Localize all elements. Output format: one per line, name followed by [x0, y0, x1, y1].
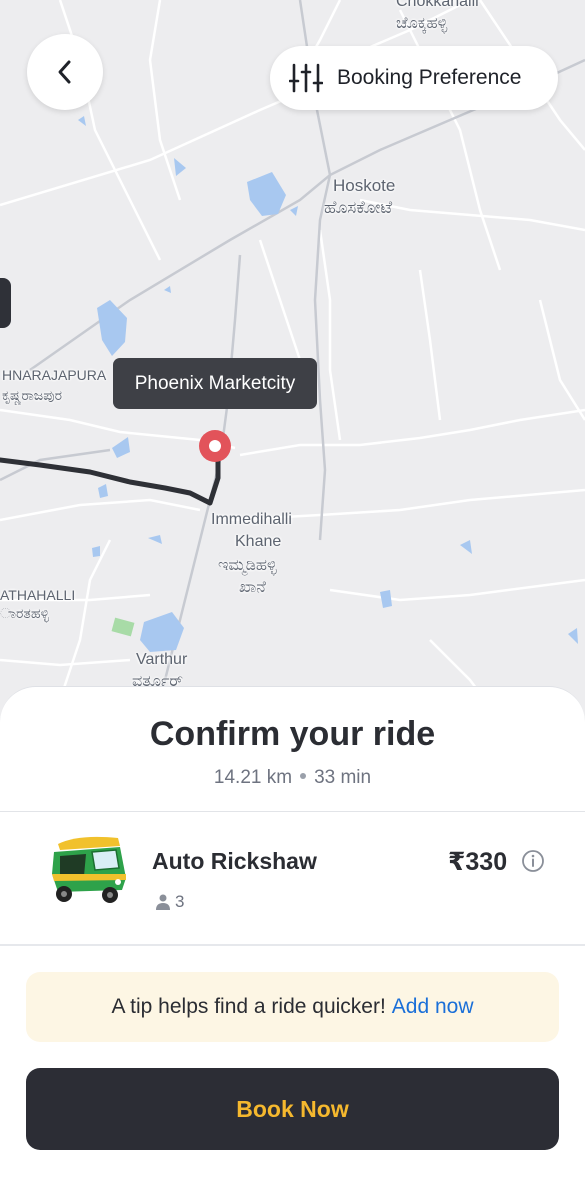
- book-now-label: Book Now: [236, 1095, 349, 1122]
- ride-name: Auto Rickshaw: [152, 848, 317, 874]
- trip-duration: 33 min: [314, 767, 372, 788]
- booking-preference-label: Booking Preference: [337, 66, 522, 89]
- trip-summary: 14.21 km 33 min: [0, 767, 585, 789]
- destination-pin-icon: [199, 430, 231, 462]
- seat-count: 3: [175, 892, 185, 911]
- map-label-varthur: Varthur: [136, 651, 188, 668]
- map-label-krishnarajapura-kn: ಕೃಷ್ಣರಾಜಪುರ: [2, 387, 62, 403]
- map-label-khane-kn: ಖಾನೆ: [239, 579, 266, 596]
- info-icon[interactable]: [521, 849, 545, 873]
- ride-confirm-sheet: Confirm your ride 14.21 km 33 min Auto Ri…: [0, 686, 585, 947]
- map-label-krishnarajapura: HNARAJAPURA: [2, 367, 107, 383]
- map-label-hoskote: Hoskote: [333, 176, 396, 195]
- trip-distance: 14.21 km: [213, 767, 293, 788]
- map-label-chokkahalli-kn: ಚೊಕ್ಕಹಳ್ಳಿ: [396, 15, 448, 32]
- destination-tooltip: Phoenix Marketcity: [113, 358, 317, 409]
- chevron-left-icon: [58, 60, 71, 84]
- person-icon: [156, 894, 170, 910]
- route-line: [0, 452, 221, 506]
- back-button[interactable]: [27, 34, 103, 110]
- separator-dot: [300, 773, 307, 779]
- side-drawer-handle[interactable]: [0, 278, 11, 328]
- book-now-button[interactable]: Book Now: [26, 1068, 559, 1150]
- map-label-marathahalli-kn: ಾರತಹಳ್ಳಿ: [0, 605, 50, 621]
- map-label-chokkahalli: Chokkahalli: [396, 0, 479, 10]
- sheet-bottom-border: [0, 944, 585, 946]
- map-label-hoskote-kn: ಹೊಸಕೋಟೆ: [324, 198, 393, 217]
- map-label-marathahalli: ATHAHALLI: [0, 587, 76, 603]
- auto-rickshaw-icon: [52, 836, 126, 903]
- booking-preference-button[interactable]: Booking Preference: [270, 46, 558, 110]
- map-label-khane: Khane: [235, 533, 282, 550]
- add-tip-link[interactable]: Add now: [392, 995, 474, 1019]
- ride-price: ₹330: [448, 848, 508, 876]
- ride-option-auto-rickshaw[interactable]: Auto Rickshaw 3 ₹330: [0, 812, 585, 942]
- tip-banner: A tip helps find a ride quicker! Add now: [26, 972, 559, 1042]
- sheet-title: Confirm your ride: [149, 715, 436, 753]
- sliders-icon: [289, 63, 323, 93]
- map-label-immedihalli: Immedihalli: [211, 511, 292, 528]
- seat-capacity: 3: [156, 892, 184, 912]
- map-label-immedihalli-kn: ಇಮ್ಮಡಿಹಳ್ಳಿ: [218, 557, 277, 574]
- tip-text: A tip helps find a ride quicker!: [111, 995, 386, 1018]
